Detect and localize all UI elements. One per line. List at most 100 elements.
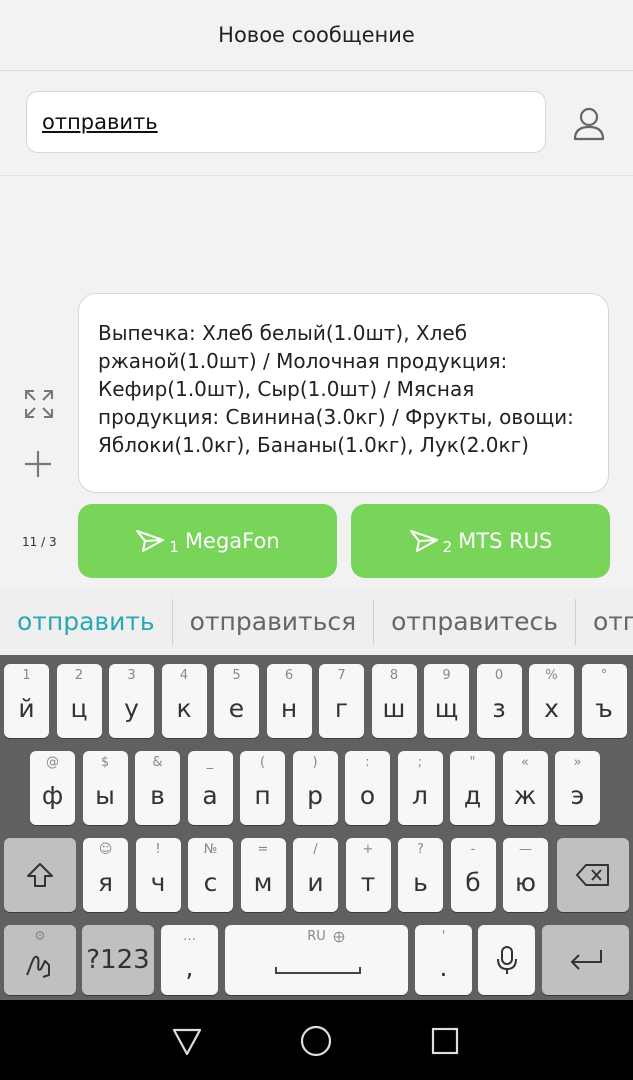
key-char: м [253, 867, 273, 897]
keyboard: 1 й 2 ц 3 у 4 к 5 е 6 н 7 г 8 ш 9 щ 0 з% х ° ъ @ ф $ ы & в _ а(п) р: о;… [0, 655, 633, 1000]
key-char: , [185, 952, 194, 982]
key-row3-4[interactable]: / и [293, 838, 338, 912]
key-char: б [465, 867, 481, 897]
key-row3-1[interactable]: ! ч [135, 838, 181, 912]
key-char: в [150, 780, 165, 810]
recents-icon[interactable] [428, 1024, 462, 1058]
key-row1-3[interactable]: 4к [161, 664, 207, 738]
shift-key[interactable] [4, 838, 76, 912]
voice-input-key[interactable] [478, 925, 535, 995]
key-row1-8[interactable]: 9щ [424, 664, 469, 738]
send-button-sim2[interactable]: 2 MTS RUS [351, 504, 610, 578]
key-row3-7[interactable]: -б [450, 838, 496, 912]
key-row2-10[interactable]: » э [555, 751, 600, 825]
back-icon[interactable] [170, 1024, 204, 1058]
handwriting-key[interactable]: ⚙ [4, 925, 76, 995]
key-char: й [18, 693, 35, 723]
enter-key[interactable] [542, 925, 629, 995]
key-row3-3[interactable]: = м [240, 838, 286, 912]
period-key[interactable]: ' . [415, 925, 472, 995]
key-hint: ° [600, 668, 608, 683]
key-row3-8[interactable]: — ю [503, 838, 548, 912]
compose-area: Выпечка: Хлеб белый(1.0шт), Хлеб ржаной(… [0, 284, 633, 589]
contact-icon[interactable] [570, 105, 608, 143]
key-row2-2[interactable]: & в [135, 751, 180, 825]
suggestion-item[interactable]: отправить [0, 599, 172, 645]
key-char: ш [382, 693, 406, 723]
sim-number: 1 [169, 538, 179, 556]
suggestion-item[interactable]: отправитесь [374, 599, 575, 645]
key-char: з [492, 693, 506, 723]
send-icon [136, 530, 165, 552]
key-row2-7[interactable]: ; л [397, 751, 443, 825]
key-char: л [412, 780, 428, 810]
key-row3-2[interactable]: № с [188, 838, 233, 912]
symbols-key[interactable]: ?123 [82, 925, 154, 995]
key-row2-6[interactable]: :о [345, 751, 390, 825]
message-input[interactable]: Выпечка: Хлеб белый(1.0шт), Хлеб ржаной(… [78, 293, 609, 493]
space-bar-line [275, 967, 361, 974]
home-icon[interactable] [299, 1024, 333, 1058]
key-row3-6[interactable]: ? ь [398, 838, 443, 912]
key-char: г [334, 693, 349, 723]
sim-number: 2 [442, 538, 453, 556]
page-title: Новое сообщение [218, 23, 415, 47]
add-attachment-icon[interactable] [22, 448, 54, 480]
key-hint: 4 [179, 668, 189, 683]
key-hint: 6 [284, 668, 294, 683]
key-row2-0[interactable]: @ ф [30, 751, 75, 825]
key-row2-8[interactable]: " д [450, 751, 495, 825]
key-row1-6[interactable]: 7г [319, 664, 364, 738]
key-hint: ! [155, 842, 161, 857]
key-hint: / [313, 842, 318, 857]
space-key[interactable]: RU [225, 925, 408, 995]
key-hint: 8 [389, 668, 399, 683]
key-hint: @ [46, 755, 59, 770]
key-row1-11[interactable]: ° ъ [581, 664, 627, 738]
key-row2-1[interactable]: $ ы [82, 751, 128, 825]
suggestion-item[interactable]: отправиться [173, 599, 373, 645]
key-row2-9[interactable]: «ж [502, 751, 548, 825]
key-char: я [97, 867, 114, 897]
send-label: MegaFon [184, 529, 280, 553]
key-row1-7[interactable]: 8ш [371, 664, 417, 738]
key-row1-4[interactable]: 5е [214, 664, 259, 738]
key-row1-10[interactable]: % х [529, 664, 574, 738]
backspace-icon [576, 864, 609, 886]
recipient-area: отправить [0, 71, 633, 176]
key-hint: ' [441, 929, 446, 944]
key-hint: = [257, 842, 269, 857]
key-row2-4[interactable]: (п [240, 751, 285, 825]
key-row3-0[interactable]: ☺ я [83, 838, 128, 912]
key-row3-5[interactable]: + т [345, 838, 391, 912]
key-char: щ [434, 693, 459, 723]
key-row2-5[interactable]: ) р [292, 751, 338, 825]
key-hint: 5 [232, 668, 241, 683]
key-row2-3[interactable]: _ а [187, 751, 233, 825]
key-char: ю [514, 867, 537, 897]
backspace-key[interactable] [557, 838, 629, 912]
expand-icon[interactable] [23, 388, 55, 420]
key-row1-9[interactable]: 0з [476, 664, 522, 738]
symbols-label: ?123 [86, 945, 150, 975]
key-row1-5[interactable]: 6н [266, 664, 312, 738]
key-hint: 9 [442, 668, 451, 683]
key-char: д [463, 780, 482, 810]
key-hint: ☺ [98, 842, 113, 857]
suggestion-strip: отправить отправиться отправитесь отпр [0, 589, 633, 655]
conversation-area [0, 176, 633, 284]
key-hint: _ [206, 755, 214, 770]
comma-key[interactable]: … , [161, 925, 218, 995]
key-hint: № [203, 842, 218, 857]
key-char: ж [513, 780, 537, 810]
recipient-input[interactable]: отправить [26, 91, 546, 153]
key-char: . [439, 952, 448, 982]
key-char: р [307, 780, 323, 810]
language-label: RU [307, 929, 326, 944]
key-row1-1[interactable]: 2ц [56, 664, 102, 738]
key-row1-2[interactable]: 3у [109, 664, 154, 738]
key-hint: 2 [74, 668, 84, 683]
suggestion-item[interactable]: отпр [576, 599, 633, 645]
key-row1-0[interactable]: 1й [4, 664, 49, 738]
send-button-sim1[interactable]: 1 MegaFon [78, 504, 337, 578]
